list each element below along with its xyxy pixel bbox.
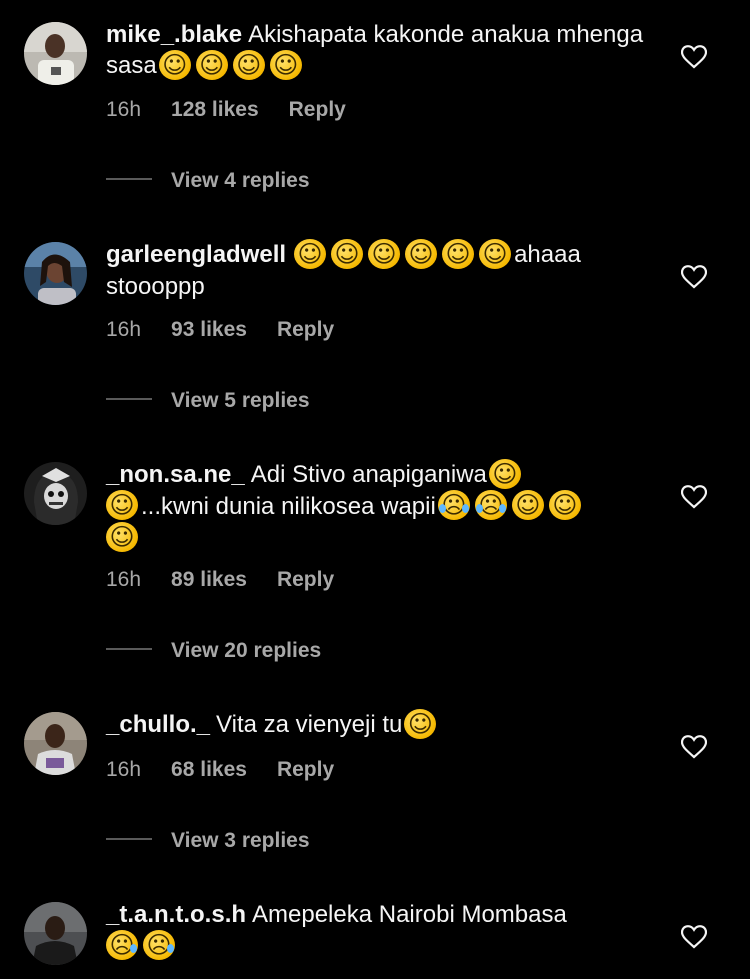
comment-meta: 16h 68 likes Reply [106, 758, 364, 782]
comment-username[interactable]: mike_.blake [106, 21, 242, 48]
comment-username[interactable]: garleengladwell [106, 241, 286, 268]
comment-meta: 16h 128 likes Reply [106, 98, 376, 122]
heart-outline-icon[interactable] [681, 485, 707, 509]
crying-face-emoji: ☹ [143, 929, 175, 960]
tears-of-joy-emoji: ☺ [404, 708, 437, 739]
comment-username[interactable]: _non.sa.ne_ [106, 461, 245, 488]
comment-username[interactable]: _t.a.n.t.o.s.h [106, 901, 246, 928]
avatar[interactable] [24, 712, 87, 775]
avatar[interactable] [24, 242, 87, 305]
tears-of-joy-emoji: ☺ [511, 490, 544, 521]
comment-time: 16h [106, 568, 142, 591]
view-replies-button[interactable]: View 20 replies [106, 639, 321, 663]
replies-divider [106, 838, 152, 841]
comment-time: 16h [106, 98, 142, 121]
comment-body: Adi Stivo anapiganiwa [250, 461, 487, 488]
avatar[interactable] [24, 462, 87, 525]
replies-divider [106, 398, 152, 401]
comment-meta: 16h 93 likes Reply [106, 318, 364, 342]
reply-button[interactable]: Reply [277, 318, 334, 341]
tears-of-joy-emoji: ☺ [368, 238, 401, 269]
view-replies-button[interactable]: View 5 replies [106, 389, 310, 413]
comment-likes[interactable]: 128 likes [171, 98, 259, 121]
replies-divider [106, 178, 152, 181]
tears-of-joy-emoji: ☺ [294, 238, 327, 269]
view-replies-label: View 4 replies [171, 169, 310, 192]
avatar[interactable] [24, 902, 87, 965]
tears-of-joy-emoji: ☺ [158, 49, 191, 80]
tears-of-joy-emoji: ☺ [269, 49, 302, 80]
tears-of-joy-emoji: ☺ [405, 238, 438, 269]
avatar[interactable] [24, 22, 87, 85]
tears-of-joy-emoji: ☺ [488, 458, 521, 489]
loudly-crying-face-emoji: ☹ [437, 490, 470, 521]
comment-likes[interactable]: 89 likes [171, 568, 247, 591]
comment-likes[interactable]: 68 likes [171, 758, 247, 781]
heart-outline-icon[interactable] [681, 925, 707, 949]
comment-text: _t.a.n.t.o.s.h Amepeleka Nairobi Mombasa ☹… [106, 899, 646, 962]
view-replies-label: View 20 replies [171, 639, 322, 662]
comment-time: 16h [106, 758, 142, 781]
tears-of-joy-emoji: ☺ [106, 490, 138, 521]
heart-outline-icon[interactable] [681, 265, 707, 289]
reply-button[interactable]: Reply [289, 98, 346, 121]
view-replies-button[interactable]: View 3 replies [106, 829, 310, 853]
tears-of-joy-emoji: ☺ [106, 521, 138, 552]
comment-time: 16h [106, 318, 142, 341]
view-replies-label: View 5 replies [171, 389, 310, 412]
view-replies-button[interactable]: View 4 replies [106, 169, 310, 193]
comment-text: mike_.blake Akishapata kakonde anakua mhe… [106, 19, 646, 82]
comment-body: Vita za vienyeji tu [216, 711, 403, 738]
comment-meta: 16h 89 likes Reply [106, 568, 364, 592]
tears-of-joy-emoji: ☺ [232, 49, 265, 80]
reply-button[interactable]: Reply [277, 758, 334, 781]
comment-body: Amepeleka Nairobi Mombasa [252, 901, 567, 928]
comment-text: _chullo._ Vita za vienyeji tu ☺ [106, 708, 646, 741]
tears-of-joy-emoji: ☺ [442, 238, 475, 269]
heart-outline-icon[interactable] [681, 735, 707, 759]
reply-button[interactable]: Reply [277, 568, 334, 591]
tears-of-joy-emoji: ☺ [479, 238, 512, 269]
loudly-crying-face-emoji: ☹ [474, 490, 507, 521]
heart-outline-icon[interactable] [681, 45, 707, 69]
comment-text: _non.sa.ne_ Adi Stivo anapiganiwa ☺ ☺ ...kwn… [106, 458, 646, 554]
view-replies-label: View 3 replies [171, 829, 310, 852]
tears-of-joy-emoji: ☺ [548, 490, 581, 521]
comment-body-continued: ...kwni dunia nilikosea wapii [141, 492, 436, 520]
comment-username[interactable]: _chullo._ [106, 711, 210, 738]
crying-face-emoji: ☹ [106, 929, 138, 960]
comment-text: garleengladwell ☺ ☺ ☺ ☺ ☺ ☺ ahaaa stoooppp [106, 238, 646, 302]
tears-of-joy-emoji: ☺ [331, 238, 364, 269]
comment-likes[interactable]: 93 likes [171, 318, 247, 341]
replies-divider [106, 648, 152, 651]
tears-of-joy-emoji: ☺ [195, 49, 228, 80]
